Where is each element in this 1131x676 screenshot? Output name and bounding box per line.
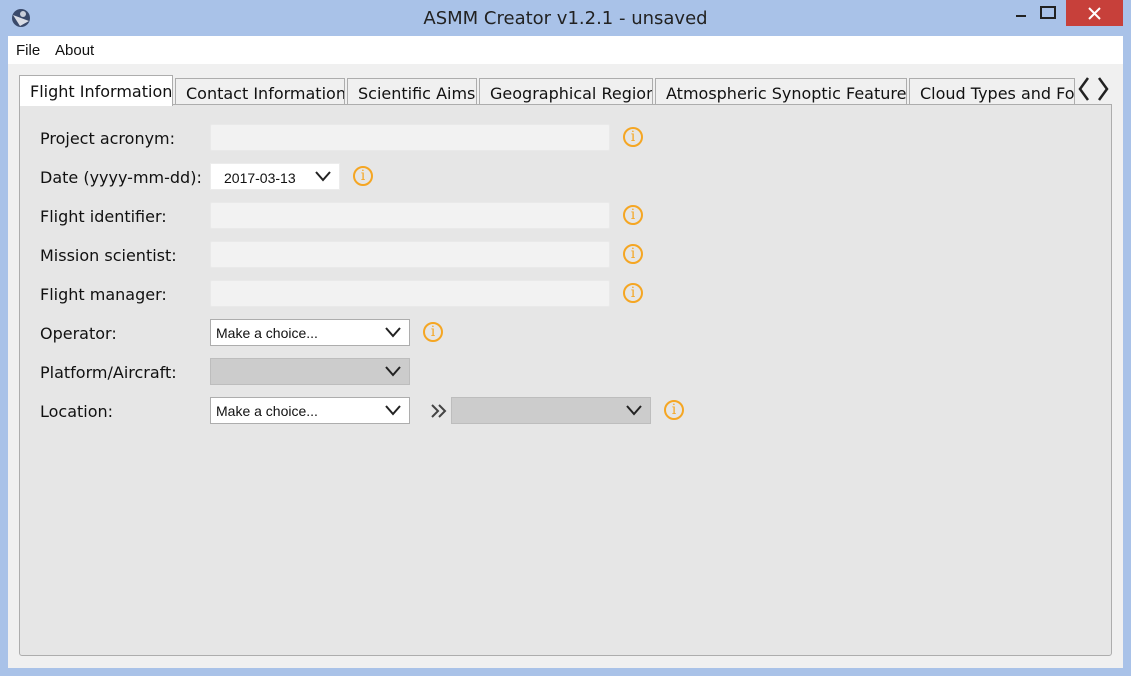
title-bar: ASMM Creator v1.2.1 - unsaved (0, 0, 1131, 36)
location-sub-select[interactable] (451, 397, 651, 424)
operator-value: Make a choice... (216, 325, 318, 341)
info-icon[interactable]: i (423, 322, 443, 342)
window-title: ASMM Creator v1.2.1 - unsaved (423, 8, 708, 29)
location-label: Location: (40, 402, 114, 421)
menu-about[interactable]: About (55, 42, 94, 59)
menu-bar: File About (8, 36, 1123, 64)
chevron-left-icon[interactable] (1075, 74, 1093, 104)
main-content: Flight Information Contact Information S… (8, 64, 1123, 668)
platform-aircraft-select[interactable] (210, 358, 410, 385)
close-button[interactable] (1066, 0, 1123, 26)
flight-identifier-label: Flight identifier: (40, 207, 167, 226)
operator-label: Operator: (40, 324, 117, 343)
chevron-down-icon[interactable] (315, 170, 331, 182)
flight-manager-label: Flight manager: (40, 285, 167, 304)
tab-scientific-aims[interactable]: Scientific Aims (347, 78, 477, 104)
location-select[interactable]: Make a choice... (210, 397, 410, 424)
chevron-down-icon (385, 366, 401, 377)
tab-geographical-region[interactable]: Geographical Region (479, 78, 653, 104)
chevron-right-icon[interactable] (1094, 74, 1112, 104)
platform-aircraft-label: Platform/Aircraft: (40, 363, 177, 382)
date-edit[interactable]: 2017-03-13 (210, 163, 340, 190)
info-icon[interactable]: i (353, 166, 373, 186)
info-icon[interactable]: i (664, 400, 684, 420)
operator-select[interactable]: Make a choice... (210, 319, 410, 346)
date-value: 2017-03-13 (224, 170, 296, 186)
location-value: Make a choice... (216, 403, 318, 419)
info-icon[interactable]: i (623, 205, 643, 225)
info-icon[interactable]: i (623, 283, 643, 303)
project-acronym-label: Project acronym: (40, 129, 176, 148)
date-label: Date (yyyy-mm-dd): (40, 168, 202, 187)
mission-scientist-label: Mission scientist: (40, 246, 177, 265)
tab-flight-information[interactable]: Flight Information (19, 75, 173, 106)
tab-cloud-types-and-forms[interactable]: Cloud Types and Forms (909, 78, 1075, 104)
chevron-down-icon (385, 327, 401, 338)
chevron-down-icon (385, 405, 401, 416)
project-acronym-input[interactable] (210, 124, 610, 151)
maximize-button[interactable] (1030, 0, 1070, 26)
info-icon[interactable]: i (623, 127, 643, 147)
tab-atmospheric-synoptic-features[interactable]: Atmospheric Synoptic Features (655, 78, 907, 104)
flight-identifier-input[interactable] (210, 202, 610, 229)
chevron-down-icon (626, 405, 642, 416)
tab-contact-information[interactable]: Contact Information (175, 78, 345, 104)
double-chevron-right-icon (431, 404, 447, 418)
flight-manager-input[interactable] (210, 280, 610, 307)
info-icon[interactable]: i (623, 244, 643, 264)
mission-scientist-input[interactable] (210, 241, 610, 268)
flight-information-panel: Project acronym: i Date (yyyy-mm-dd): 20… (19, 104, 1112, 656)
menu-file[interactable]: File (16, 42, 40, 59)
